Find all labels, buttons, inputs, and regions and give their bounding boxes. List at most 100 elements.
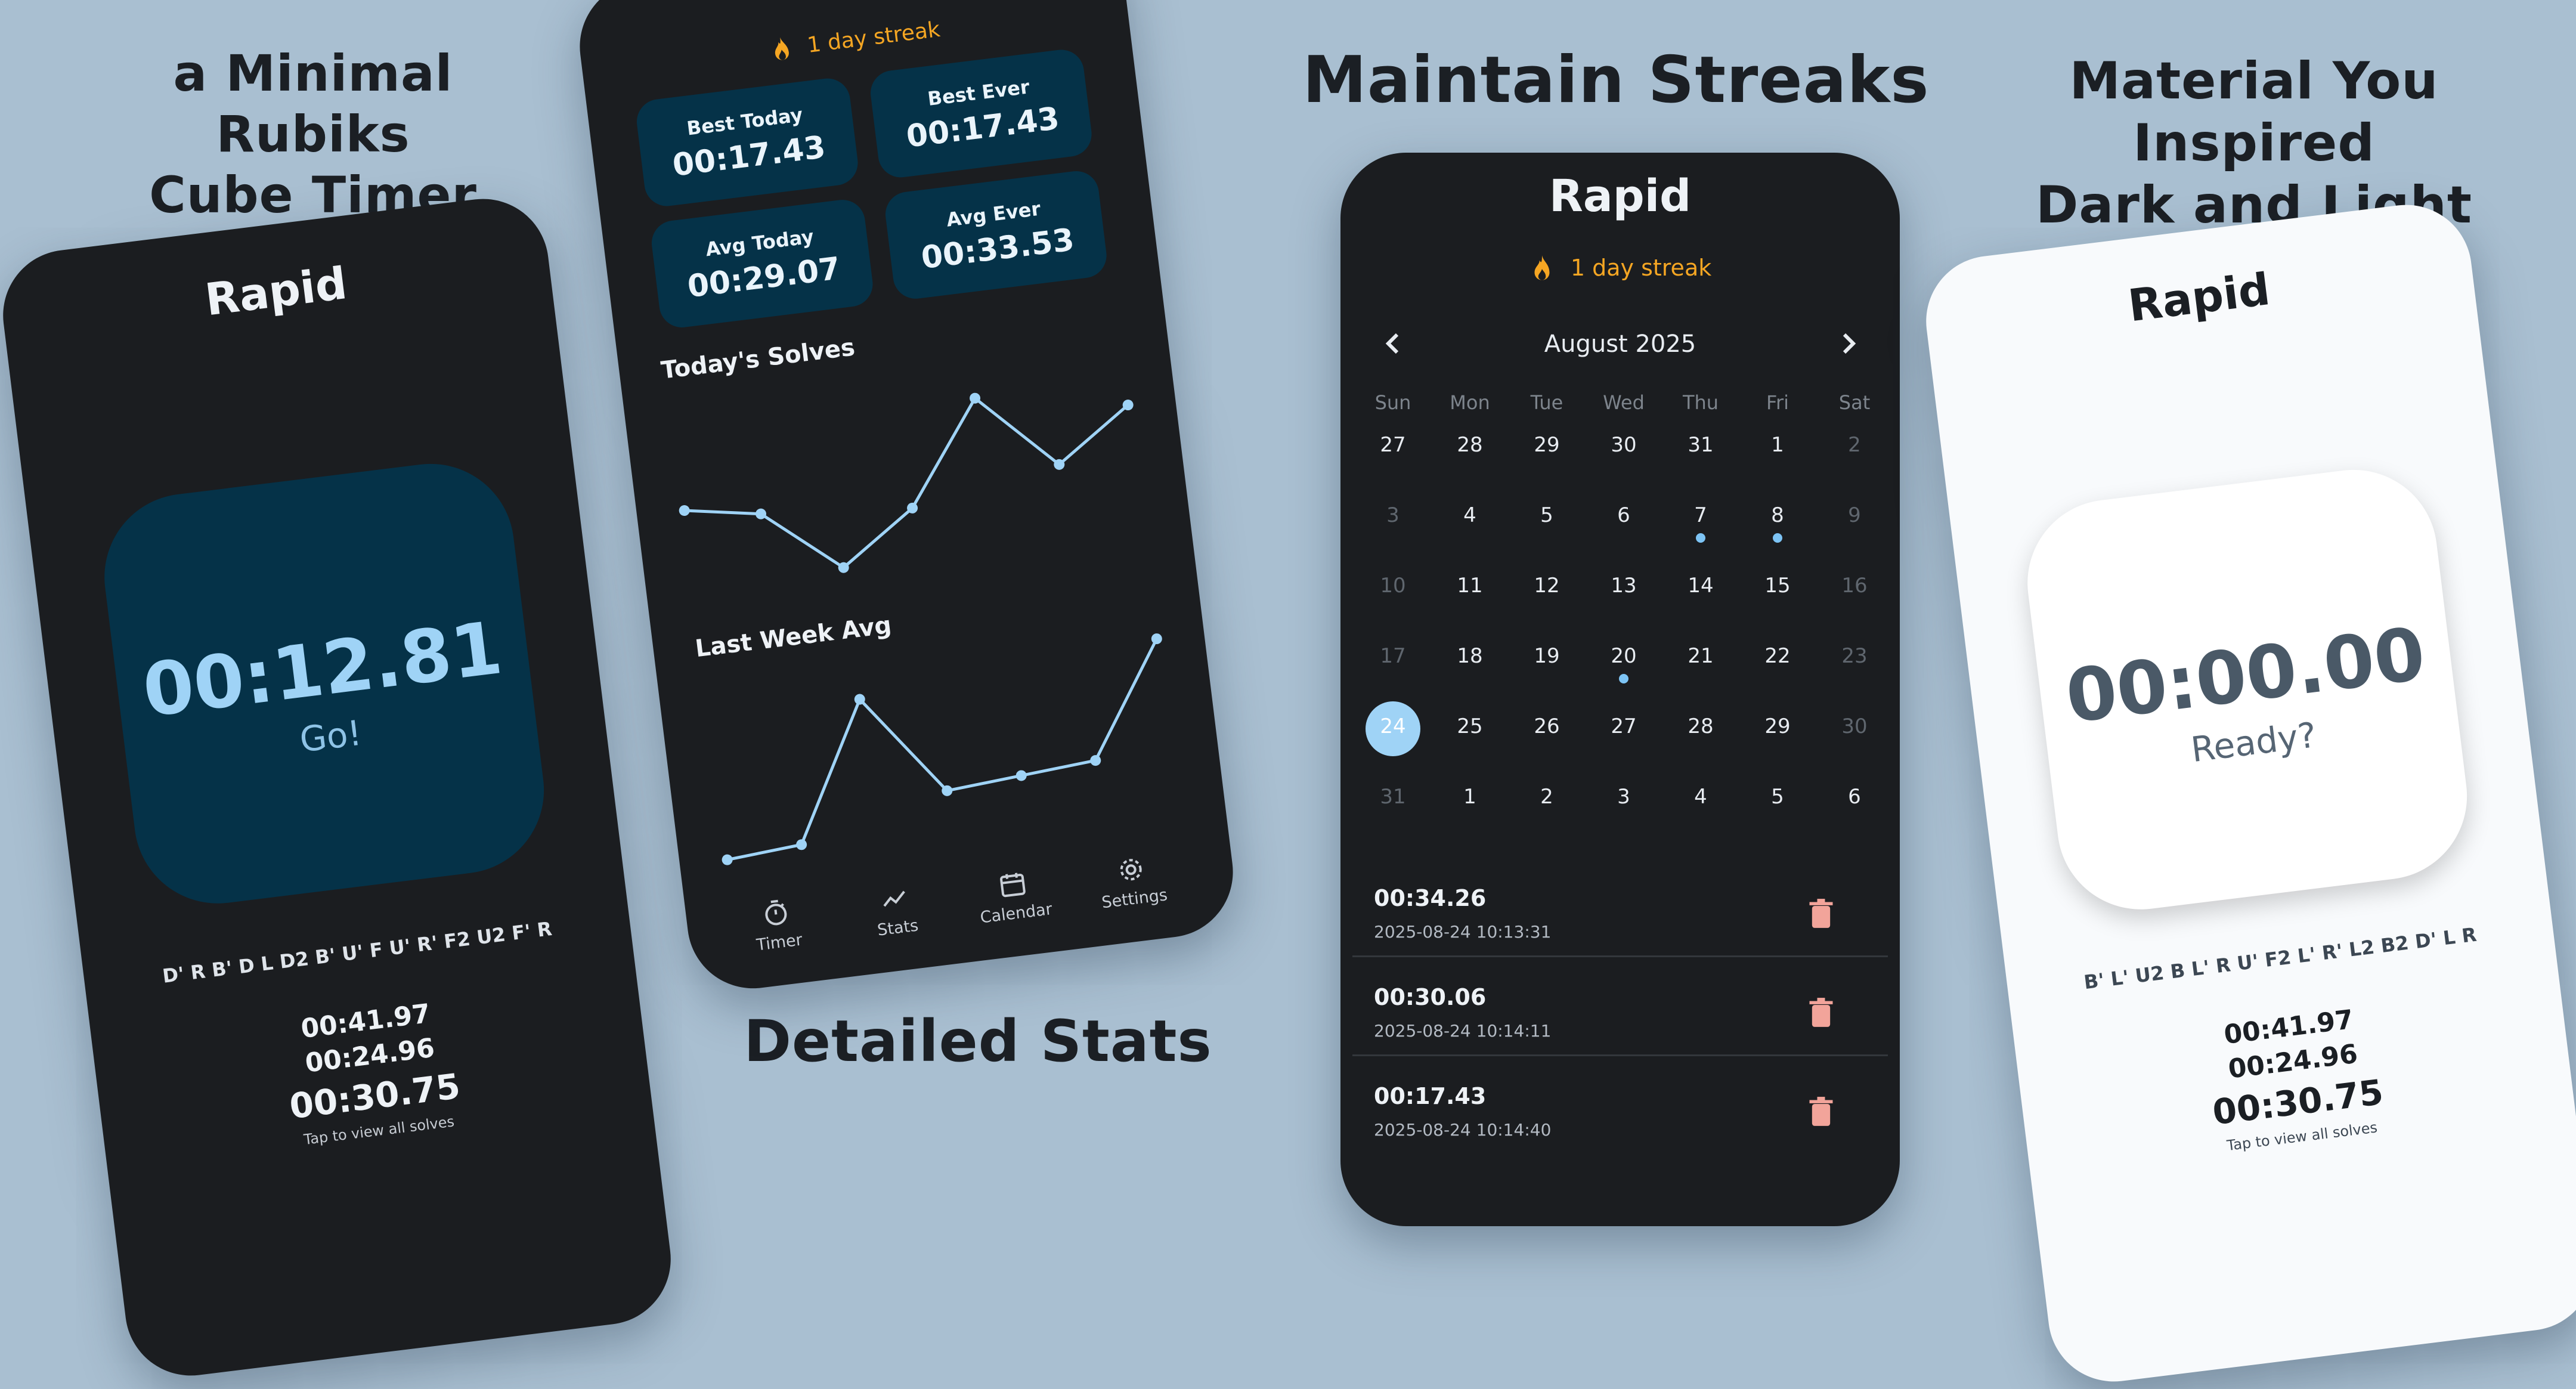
scramble-text: D' R B' D L D2 B' U' F U' R' F2 U2 F' R	[161, 917, 553, 988]
solve-time: 00:34.26	[1374, 885, 1487, 911]
caption-themes-line1: Material You Inspired	[2069, 51, 2439, 173]
calendar-day[interactable]: 7	[1665, 503, 1736, 527]
calendar-day[interactable]: 27	[1357, 433, 1429, 457]
gear-icon	[1120, 859, 1142, 881]
weekday-label: Mon	[1450, 391, 1490, 414]
weekday-label: Sat	[1838, 391, 1871, 414]
calendar-day[interactable]: 3	[1357, 503, 1429, 527]
calendar-day[interactable]: 31	[1357, 785, 1429, 809]
calendar-day[interactable]: 27	[1588, 714, 1659, 738]
calendar-day[interactable]: 12	[1511, 574, 1583, 598]
nav-timer[interactable]: Timer	[727, 893, 828, 958]
chevron-right-icon	[1843, 333, 1856, 354]
nav-label: Calendar	[979, 899, 1054, 927]
solve-row[interactable]: 00:30.06 2025-08-24 10:14:11	[1340, 967, 1900, 1066]
solve-indicator-dot	[1773, 533, 1782, 543]
streak-indicator: 1 day streak	[1340, 254, 1900, 284]
solve-date: 2025-08-24 10:14:40	[1374, 1120, 1552, 1140]
calendar-day[interactable]: 8	[1742, 503, 1813, 527]
stat-card-avg-ever: Avg Ever 00:33.53	[883, 168, 1109, 302]
calendar-day[interactable]: 30	[1819, 714, 1890, 738]
calendar-day[interactable]: 13	[1588, 574, 1659, 598]
nav-stats[interactable]: Stats	[845, 878, 946, 943]
trend-icon	[883, 890, 905, 907]
delete-solve-button[interactable]	[1808, 1096, 1834, 1130]
calendar-day[interactable]: 26	[1511, 714, 1583, 738]
data-point	[1090, 755, 1101, 766]
calendar-day[interactable]: 28	[1665, 714, 1736, 738]
calendar-day[interactable]: 22	[1742, 644, 1813, 668]
calendar-day[interactable]: 30	[1588, 433, 1659, 457]
calendar-day[interactable]: 6	[1588, 503, 1659, 527]
weekday-label: Sun	[1374, 391, 1411, 414]
data-point	[722, 854, 733, 865]
calendar-day[interactable]: 14	[1665, 574, 1736, 598]
solve-date: 2025-08-24 10:13:31	[1374, 922, 1552, 942]
calendar-day[interactable]: 4	[1434, 503, 1506, 527]
app-title: Rapid	[202, 258, 350, 326]
stat-card-avg-today: Avg Today 00:29.07	[649, 197, 875, 330]
calendar-day[interactable]: 3	[1588, 785, 1659, 809]
calendar-day[interactable]: 24	[1357, 714, 1429, 738]
calendar-day[interactable]: 21	[1665, 644, 1736, 668]
calendar-day[interactable]: 28	[1434, 433, 1506, 457]
calendar-day[interactable]: 5	[1742, 785, 1813, 809]
stats-phone: 1 day streak Best Today 00:17.43 Best Ev…	[572, 0, 1241, 996]
flame-icon	[769, 35, 802, 63]
stopwatch-icon	[765, 899, 787, 926]
calendar-day[interactable]: 11	[1434, 574, 1506, 598]
trash-icon	[1809, 998, 1833, 1027]
nav-label: Stats	[876, 916, 919, 940]
scramble-text: B' L' U2 B L' R U' F2 L' R' L2 B2 D' L R	[2082, 923, 2478, 994]
weekday-label: Wed	[1603, 391, 1645, 414]
weekday-label: Tue	[1530, 391, 1563, 414]
calendar-day[interactable]: 20	[1588, 644, 1659, 668]
calendar-day[interactable]: 9	[1819, 503, 1890, 527]
app-title: Rapid	[2125, 264, 2273, 332]
solve-indicator-dot	[1696, 533, 1705, 543]
calendar-day[interactable]: 18	[1434, 644, 1506, 668]
chart-today-solves	[679, 392, 1134, 573]
calendar-day[interactable]: 2	[1511, 785, 1583, 809]
calendar-day[interactable]: 1	[1434, 785, 1506, 809]
data-point	[1151, 633, 1162, 645]
nav-calendar[interactable]: Calendar	[964, 864, 1065, 929]
delete-solve-button[interactable]	[1808, 898, 1834, 932]
app-title: Rapid	[1549, 171, 1692, 222]
calendar-day[interactable]: 6	[1819, 785, 1890, 809]
solve-row[interactable]: 00:17.43 2025-08-24 10:14:40	[1340, 1066, 1900, 1165]
calendar-day[interactable]: 19	[1511, 644, 1583, 668]
calendar-day[interactable]: 2	[1819, 433, 1890, 457]
calendar-day[interactable]: 16	[1819, 574, 1890, 598]
calendar-day[interactable]: 25	[1434, 714, 1506, 738]
calendar-day[interactable]: 4	[1665, 785, 1736, 809]
timer-tile[interactable]: 00:00.00 Ready?	[2018, 460, 2477, 919]
calendar-day[interactable]: 10	[1357, 574, 1429, 598]
next-month-button[interactable]	[1829, 326, 1865, 361]
calendar-day[interactable]: 5	[1511, 503, 1583, 527]
data-point	[1015, 770, 1027, 781]
caption-timer-line1: a Minimal Rubiks	[173, 44, 453, 163]
nav-label: Settings	[1100, 886, 1169, 912]
stat-card-best-ever: Best Ever 00:17.43	[868, 47, 1094, 180]
data-point	[679, 505, 690, 516]
timer-tile[interactable]: 00:12.81 Go!	[95, 454, 554, 913]
caption-stats: Detailed Stats	[744, 1008, 1212, 1075]
month-label: August 2025	[1544, 330, 1696, 358]
streak-text: 1 day streak	[806, 17, 942, 58]
light-timer-phone: Rapid 00:00.00 Ready? B' L' U2 B L' R U'…	[1918, 197, 2576, 1389]
calendar-day[interactable]: 17	[1357, 644, 1429, 668]
nav-settings[interactable]: Settings	[1082, 850, 1183, 914]
calendar-day[interactable]: 23	[1819, 644, 1890, 668]
solve-indicator-dot	[1619, 674, 1628, 683]
timer-phone: Rapid 00:12.81 Go! D' R B' D L D2 B' U' …	[0, 191, 679, 1383]
calendar-day[interactable]: 29	[1742, 714, 1813, 738]
calendar-day[interactable]: 1	[1742, 433, 1813, 457]
series-line	[727, 638, 1159, 862]
delete-solve-button[interactable]	[1808, 997, 1834, 1031]
calendar-day[interactable]: 15	[1742, 574, 1813, 598]
solve-row[interactable]: 00:34.26 2025-08-24 10:13:31	[1340, 868, 1900, 967]
calendar-grid: 27 28 29 30 31 1 2 3 4 5 6 7 8 9 10 11 12 13 14 15 16 17 18 19 2…	[1340, 433, 1900, 862]
calendar-day[interactable]: 29	[1511, 433, 1583, 457]
calendar-day[interactable]: 31	[1665, 433, 1736, 457]
